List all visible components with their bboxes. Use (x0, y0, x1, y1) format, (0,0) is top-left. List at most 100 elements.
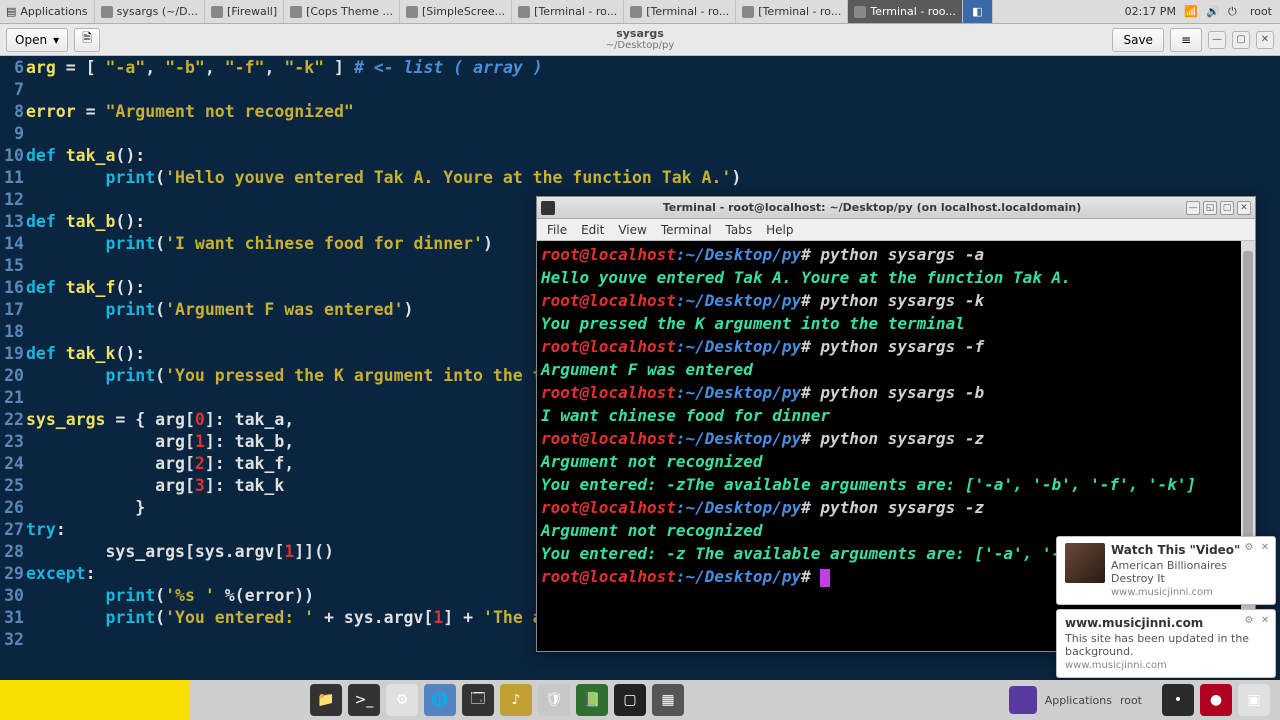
notification-url: www.musicjinni.com (1111, 587, 1267, 598)
network-icon[interactable]: 📶 (1184, 5, 1198, 19)
line-number: 31 (0, 608, 26, 627)
close-icon[interactable]: ✕ (1259, 614, 1271, 626)
notification[interactable]: Watch This "Video"American Billionaires … (1056, 536, 1276, 605)
code-content: arg[3]: tak_k (26, 476, 284, 495)
term-menu-terminal[interactable]: Terminal (661, 223, 712, 237)
term-close-button[interactable]: ✕ (1237, 201, 1251, 215)
new-tab-button[interactable]: 🗎 (74, 28, 100, 52)
code-content: try: (26, 520, 66, 539)
power-icon[interactable]: ⏻ (1228, 5, 1242, 19)
taskbar-window-item[interactable]: [Firewall] (205, 0, 284, 23)
taskbar-app[interactable]: 🛡 (538, 684, 570, 716)
editor-toolbar: Open ▾ 🗎 sysargs ~/Desktop/py Save ≡ — ▢… (0, 24, 1280, 56)
code-content: print('Hello youve entered Tak A. Youre … (26, 168, 741, 187)
window-icon (854, 6, 866, 18)
hamburger-button[interactable]: ≡ (1170, 28, 1202, 52)
taskbar-app[interactable]: 🌐 (424, 684, 456, 716)
applications-label: Applications (20, 5, 87, 18)
terminal-line: I want chinese food for dinner (541, 404, 1251, 427)
line-number: 12 (0, 190, 26, 209)
user-label[interactable]: root (1250, 5, 1272, 18)
taskbar-window-item[interactable]: sysargs (~/D... (95, 0, 205, 23)
line-number: 20 (0, 366, 26, 385)
line-number: 23 (0, 432, 26, 451)
gear-icon[interactable]: ⚙ (1243, 614, 1255, 626)
term-menu-view[interactable]: View (618, 223, 646, 237)
clock: 02:17 PM (1125, 5, 1176, 18)
term-menu-file[interactable]: File (547, 223, 567, 237)
taskbar-apps: 📁>_⚙🌐🗔♪🛡📗▢▦ (190, 684, 999, 716)
terminal-line: Argument F was entered (541, 358, 1251, 381)
close-button[interactable]: ✕ (1256, 31, 1274, 49)
taskbar-app[interactable]: 🗔 (462, 684, 494, 716)
document-title: sysargs ~/Desktop/py (0, 28, 1280, 51)
taskbar-app[interactable]: ▦ (652, 684, 684, 716)
taskbar-app[interactable]: 📁 (310, 684, 342, 716)
code-content: def tak_a(): (26, 146, 145, 165)
taskbar-window-item[interactable]: [SimpleScree... (400, 0, 512, 23)
terminal-line: You entered: -zThe available arguments a… (541, 473, 1251, 496)
scrollbar-thumb[interactable] (1243, 251, 1253, 551)
code-line[interactable]: 11 print('Hello youve entered Tak A. You… (0, 166, 1280, 188)
code-line[interactable]: 7 (0, 78, 1280, 100)
open-label: Open (15, 33, 47, 47)
gear-icon[interactable]: ⚙ (1243, 541, 1255, 553)
code-line[interactable]: 8error = "Argument not recognized" (0, 100, 1280, 122)
term-max-button[interactable]: ▢ (1220, 201, 1234, 215)
notification-subtitle: This site has been updated in the backgr… (1065, 632, 1267, 658)
code-content: print('%s ' %(error)) (26, 586, 314, 605)
window-icon (630, 6, 642, 18)
notification-stack: Watch This "Video"American Billionaires … (1056, 536, 1276, 678)
crumb-applications[interactable]: Applications (1045, 694, 1112, 707)
notification[interactable]: www.musicjinni.com This site has been upd… (1056, 609, 1276, 678)
term-restore-button[interactable]: ◱ (1203, 201, 1217, 215)
taskbar-app[interactable]: 📗 (576, 684, 608, 716)
taskbar-window-item[interactable]: [Terminal - ro... (736, 0, 848, 23)
code-content: sys_args[sys.argv[1]]() (26, 542, 334, 561)
term-min-button[interactable]: — (1186, 201, 1200, 215)
taskbar-app[interactable]: >_ (348, 684, 380, 716)
line-number: 17 (0, 300, 26, 319)
code-content: except: (26, 564, 96, 583)
taskbar-app[interactable]: ● (1200, 684, 1232, 716)
notification-image (1065, 543, 1105, 583)
breadcrumb[interactable]: Applications root (1009, 686, 1142, 714)
taskbar-app[interactable]: ⚙ (386, 684, 418, 716)
terminal-line: root@localhost:~/Desktop/py# python sysa… (541, 335, 1251, 358)
term-menu-edit[interactable]: Edit (581, 223, 604, 237)
taskbar-app[interactable]: • (1162, 684, 1194, 716)
save-button[interactable]: Save (1112, 28, 1163, 52)
top-panel: ▤ Applications sysargs (~/D...[Firewall]… (0, 0, 1280, 24)
taskbar-app[interactable]: ▢ (614, 684, 646, 716)
volume-icon[interactable]: 🔊 (1206, 5, 1220, 19)
term-menu-tabs[interactable]: Tabs (726, 223, 753, 237)
taskbar-window-item[interactable]: [Terminal - ro... (512, 0, 624, 23)
taskbar-window-item[interactable]: [Cops Theme ... (284, 0, 400, 23)
terminal-titlebar[interactable]: Terminal - root@localhost: ~/Desktop/py … (537, 197, 1255, 219)
code-line[interactable]: 6arg = [ "-a", "-b", "-f", "-k" ] # <- l… (0, 56, 1280, 78)
line-number: 15 (0, 256, 26, 275)
code-line[interactable]: 10def tak_a(): (0, 144, 1280, 166)
taskbar-app[interactable]: ♪ (500, 684, 532, 716)
line-number: 22 (0, 410, 26, 429)
window-icon (211, 6, 223, 18)
crumb-root[interactable]: root (1120, 694, 1142, 707)
code-content: } (26, 498, 145, 517)
taskbar-window-item[interactable]: Terminal - roo... (848, 0, 963, 23)
term-menu-help[interactable]: Help (766, 223, 793, 237)
taskbar-app[interactable]: ▣ (1238, 684, 1270, 716)
open-button[interactable]: Open ▾ (6, 28, 68, 52)
code-line[interactable]: 9 (0, 122, 1280, 144)
maximize-button[interactable]: ▢ (1232, 31, 1250, 49)
window-label: [Terminal - ro... (534, 5, 617, 18)
line-number: 14 (0, 234, 26, 253)
taskbar-window-item[interactable]: [Terminal - ro... (624, 0, 736, 23)
close-icon[interactable]: ✕ (1259, 541, 1271, 553)
applications-menu[interactable]: ▤ Applications (0, 0, 95, 23)
line-number: 10 (0, 146, 26, 165)
notification-title: www.musicjinni.com (1065, 616, 1267, 630)
places-icon (1009, 686, 1037, 714)
workspace-switcher[interactable]: ◧ (963, 0, 993, 23)
minimize-button[interactable]: — (1208, 31, 1226, 49)
bottom-taskbar: 📁>_⚙🌐🗔♪🛡📗▢▦ Applications root •●▣ (0, 680, 1280, 720)
